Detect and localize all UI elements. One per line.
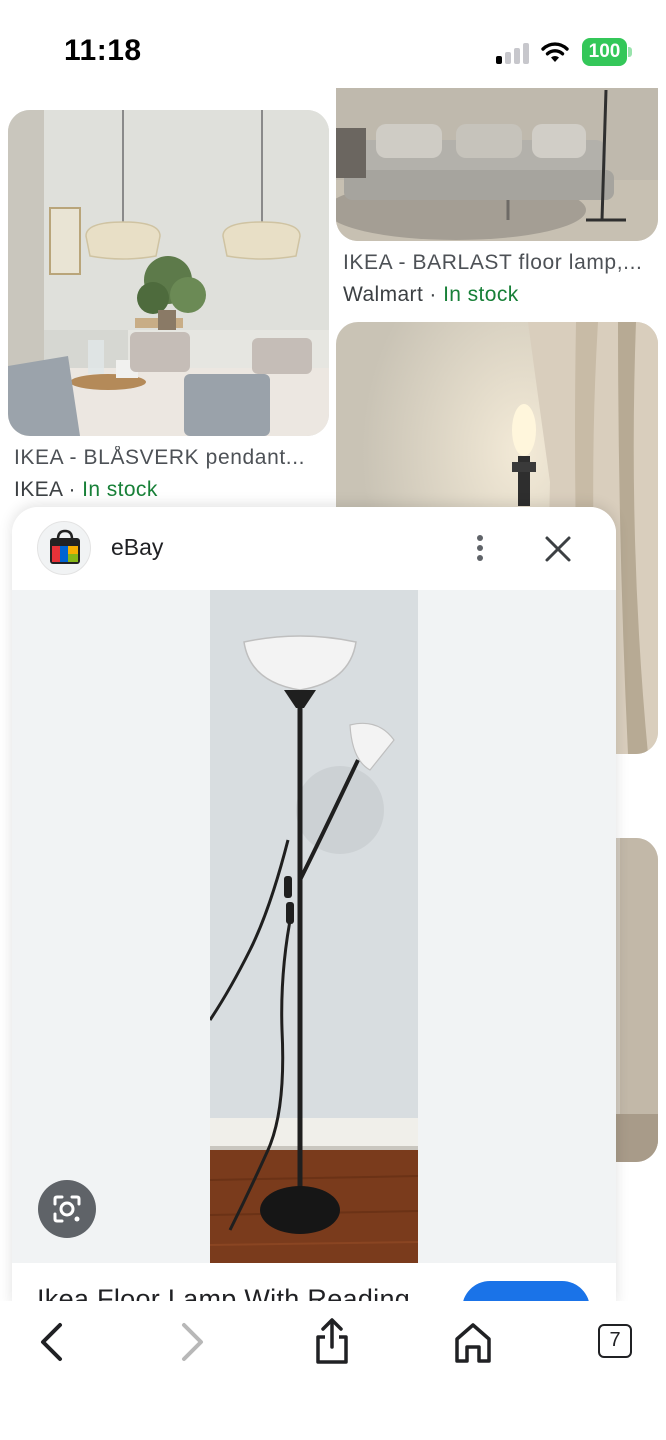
result-image-sofa[interactable] xyxy=(336,70,658,241)
more-vert-icon[interactable] xyxy=(464,527,496,567)
product-image[interactable] xyxy=(208,590,419,1263)
battery-icon: 100 xyxy=(582,38,632,66)
source-name: Walmart xyxy=(343,283,424,306)
source-separator: · xyxy=(62,478,83,501)
source-name: IKEA xyxy=(14,478,63,501)
cellular-signal-icon xyxy=(496,42,532,64)
stock-status: In stock xyxy=(443,283,519,306)
stock-status: In stock xyxy=(82,478,158,501)
share-icon[interactable] xyxy=(307,1317,357,1367)
browser-toolbar: 7 xyxy=(0,1301,666,1440)
google-lens-icon[interactable] xyxy=(38,1180,96,1238)
battery-percent: 100 xyxy=(582,38,627,66)
chevron-right-icon[interactable] xyxy=(166,1317,216,1367)
source-separator: · xyxy=(423,283,444,306)
result-source-floor-lamp: Walmart · In stock xyxy=(343,283,519,307)
preview-sheet: eBay Ikea Floor Lamp With Reading xyxy=(12,507,616,1307)
status-bar: 11:18 100 xyxy=(0,0,666,88)
tabs-count-button[interactable]: 7 xyxy=(598,1324,632,1358)
home-icon[interactable] xyxy=(448,1317,498,1367)
site-name[interactable]: eBay xyxy=(111,534,163,561)
close-icon[interactable] xyxy=(538,529,578,569)
shopping-bag-icon xyxy=(37,521,91,575)
sheet-header: eBay xyxy=(12,507,616,590)
result-image-pendant[interactable] xyxy=(8,110,329,436)
product-image-area xyxy=(12,590,616,1263)
wifi-icon xyxy=(540,40,570,64)
result-source-pendant: IKEA · In stock xyxy=(14,478,158,502)
status-time: 11:18 xyxy=(64,34,142,67)
result-title-floor-lamp[interactable]: IKEA - BARLAST floor lamp,... xyxy=(343,251,655,275)
result-title-pendant[interactable]: IKEA - BLÅSVERK pendant... xyxy=(14,446,324,470)
chevron-left-icon[interactable] xyxy=(28,1317,78,1367)
